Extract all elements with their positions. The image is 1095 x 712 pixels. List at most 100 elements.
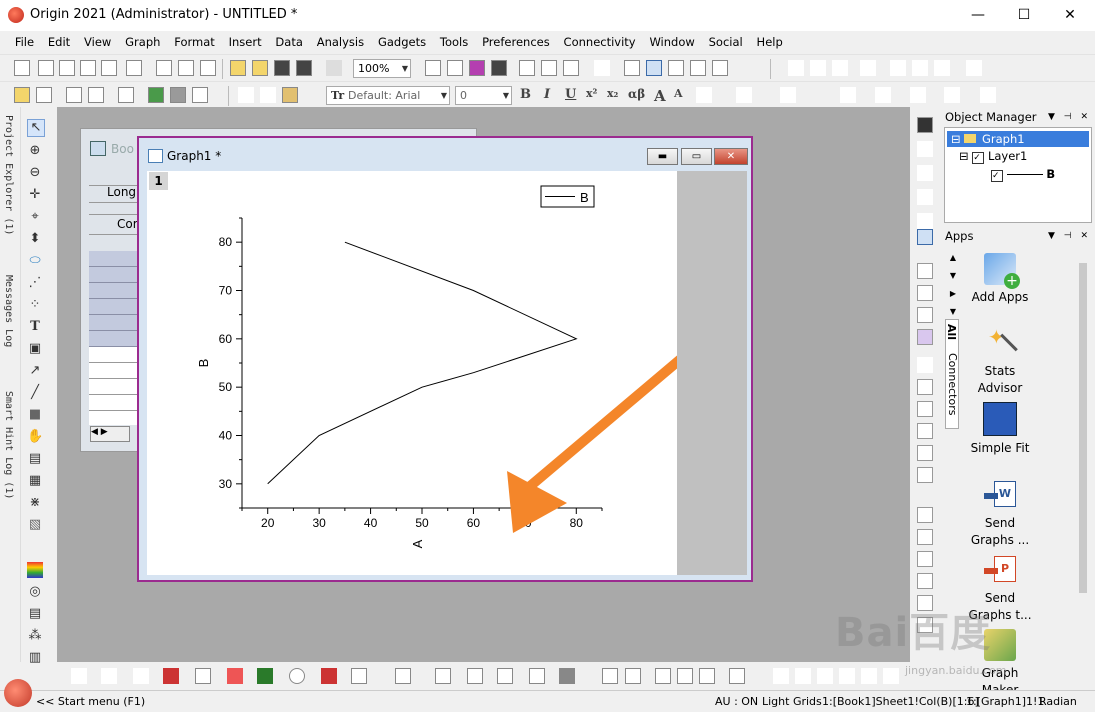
stock-icon[interactable] bbox=[321, 668, 337, 684]
data-selector-icon[interactable]: ⬍ bbox=[27, 231, 43, 247]
start-menu-icon[interactable] bbox=[4, 679, 32, 707]
pane-controls[interactable]: ▼ ⊣ ✕ bbox=[1048, 227, 1091, 245]
move-right-icon[interactable] bbox=[795, 668, 811, 684]
object-tree[interactable]: ⊟ Graph1 ⊟ ✓ Layer1 ✓ B bbox=[944, 127, 1092, 223]
align-bottom-icon[interactable] bbox=[917, 551, 933, 567]
menu-edit[interactable]: Edit bbox=[43, 31, 75, 49]
import-wizard-icon[interactable] bbox=[178, 60, 194, 76]
tree-item-graph1[interactable]: ⊟ Graph1 bbox=[947, 131, 1089, 147]
new-matrix-icon[interactable] bbox=[80, 60, 96, 76]
copy-icon[interactable] bbox=[260, 87, 276, 103]
import-excel-icon[interactable] bbox=[200, 60, 216, 76]
app-send-graphs-word[interactable]: W Send Graphs ... bbox=[963, 479, 1037, 549]
font-color-icon[interactable] bbox=[780, 87, 796, 103]
line-chart[interactable]: 20304050607080304050607080 A B B bbox=[147, 171, 688, 575]
project-explorer-tab[interactable]: Project Explorer (1) bbox=[3, 115, 14, 235]
mask-icon[interactable] bbox=[602, 668, 618, 684]
increase-font-button[interactable]: A bbox=[654, 87, 666, 105]
histogram-icon[interactable] bbox=[934, 60, 950, 76]
copy-sheet-icon[interactable] bbox=[118, 87, 134, 103]
3d-wire-icon[interactable] bbox=[497, 668, 513, 684]
zoom-tool-icon[interactable] bbox=[646, 60, 662, 76]
apps-scrollbar[interactable] bbox=[1076, 251, 1090, 686]
align-center-icon[interactable] bbox=[736, 87, 752, 103]
polar-icon[interactable] bbox=[289, 668, 305, 684]
symbol-icon[interactable] bbox=[944, 87, 960, 103]
swap-mask-icon[interactable] bbox=[655, 668, 671, 684]
color-scale-icon[interactable]: ⁂ bbox=[27, 628, 43, 644]
graph-close-button[interactable]: ✕ bbox=[714, 148, 748, 165]
back-icon[interactable] bbox=[883, 668, 899, 684]
subscript-button[interactable]: x₂ bbox=[607, 87, 618, 100]
rectangle-tool-icon[interactable]: ■ bbox=[27, 407, 43, 423]
sum-icon[interactable] bbox=[788, 60, 804, 76]
data-grid-icon[interactable] bbox=[729, 668, 745, 684]
cut-icon[interactable] bbox=[238, 87, 254, 103]
menu-help[interactable]: Help bbox=[752, 31, 788, 49]
3d-waterfall-icon[interactable] bbox=[529, 668, 545, 684]
filter-icon[interactable] bbox=[966, 60, 982, 76]
menu-file[interactable]: File bbox=[10, 31, 39, 49]
open-template-icon[interactable] bbox=[252, 60, 268, 76]
3d-color-map-icon[interactable] bbox=[559, 668, 575, 684]
menu-social[interactable]: Social bbox=[704, 31, 748, 49]
front-icon[interactable] bbox=[861, 668, 877, 684]
table-row[interactable] bbox=[89, 331, 137, 347]
apps-scroll-arrows[interactable]: ▲ ▼ ▶ ▼ bbox=[947, 249, 959, 321]
column-plot-icon[interactable] bbox=[163, 668, 179, 684]
table-row[interactable] bbox=[89, 283, 137, 299]
line-tool-icon[interactable]: ╱ bbox=[27, 385, 43, 401]
menu-insert[interactable]: Insert bbox=[224, 31, 267, 49]
color-palette-icon[interactable] bbox=[27, 562, 43, 578]
move-left-icon[interactable] bbox=[773, 668, 789, 684]
worksheet-icon[interactable] bbox=[14, 87, 30, 103]
hide-mask-icon[interactable] bbox=[677, 668, 693, 684]
results-log-icon[interactable] bbox=[624, 60, 640, 76]
column-properties-icon[interactable] bbox=[66, 87, 82, 103]
italic-button[interactable]: I bbox=[544, 87, 550, 102]
distribute-icon[interactable] bbox=[917, 573, 933, 589]
pointer-tool-icon[interactable]: ↖ bbox=[27, 119, 45, 137]
bold-button[interactable]: B bbox=[520, 87, 531, 102]
arrange-grid-icon[interactable] bbox=[917, 307, 933, 323]
3d-bar-icon[interactable] bbox=[435, 668, 451, 684]
left-axis-icon[interactable] bbox=[917, 357, 933, 373]
graph-object-icon[interactable]: ▦ bbox=[27, 473, 43, 489]
layer-management-icon[interactable] bbox=[668, 60, 684, 76]
menu-tools[interactable]: Tools bbox=[435, 31, 473, 49]
rotate-icon[interactable] bbox=[917, 213, 933, 229]
open-icon[interactable] bbox=[230, 60, 246, 76]
pane-controls[interactable]: ▼ ⊣ ✕ bbox=[1048, 108, 1091, 126]
layer-contents-icon[interactable] bbox=[192, 87, 208, 103]
line-style-icon[interactable] bbox=[980, 87, 996, 103]
tree-item-layer1[interactable]: ⊟ ✓ Layer1 bbox=[959, 149, 1027, 164]
app-simple-fit[interactable]: Simple Fit bbox=[963, 402, 1037, 457]
table-row[interactable] bbox=[89, 251, 137, 267]
messages-log-tab[interactable]: Messages Log bbox=[3, 275, 14, 347]
print-icon[interactable] bbox=[425, 60, 441, 76]
line-plot-icon[interactable] bbox=[71, 668, 87, 684]
align-middle-icon[interactable] bbox=[917, 529, 933, 545]
legend-tool-icon[interactable]: ▤ bbox=[27, 606, 43, 622]
style-tool-icon[interactable]: ◎ bbox=[27, 584, 43, 600]
grid-axis-icon[interactable] bbox=[917, 423, 933, 439]
frame-icon[interactable] bbox=[917, 379, 933, 395]
contour-icon[interactable] bbox=[257, 668, 273, 684]
new-workbook-icon[interactable] bbox=[38, 60, 54, 76]
draw-data-icon[interactable]: ⋰ bbox=[27, 275, 43, 291]
zoom-in-tool-icon[interactable]: ⊕ bbox=[27, 143, 43, 159]
zoom-combo[interactable]: 100% ▼ bbox=[353, 59, 411, 78]
app-stats-advisor[interactable]: ✦ Stats Advisor bbox=[963, 327, 1037, 397]
add-right-y-icon[interactable] bbox=[917, 165, 933, 181]
box-axis-icon[interactable] bbox=[917, 401, 933, 417]
box-chart-icon[interactable] bbox=[227, 668, 243, 684]
line-color-icon[interactable] bbox=[910, 87, 926, 103]
menu-preferences[interactable]: Preferences bbox=[477, 31, 555, 49]
statistics-icon[interactable] bbox=[810, 60, 826, 76]
add-xy-axis-icon[interactable] bbox=[917, 141, 933, 157]
menu-graph[interactable]: Graph bbox=[120, 31, 165, 49]
template-icon[interactable] bbox=[351, 668, 367, 684]
align-left-icon[interactable] bbox=[696, 87, 712, 103]
3d-scatter-icon[interactable] bbox=[467, 668, 483, 684]
decrease-font-button[interactable]: A bbox=[674, 87, 683, 100]
